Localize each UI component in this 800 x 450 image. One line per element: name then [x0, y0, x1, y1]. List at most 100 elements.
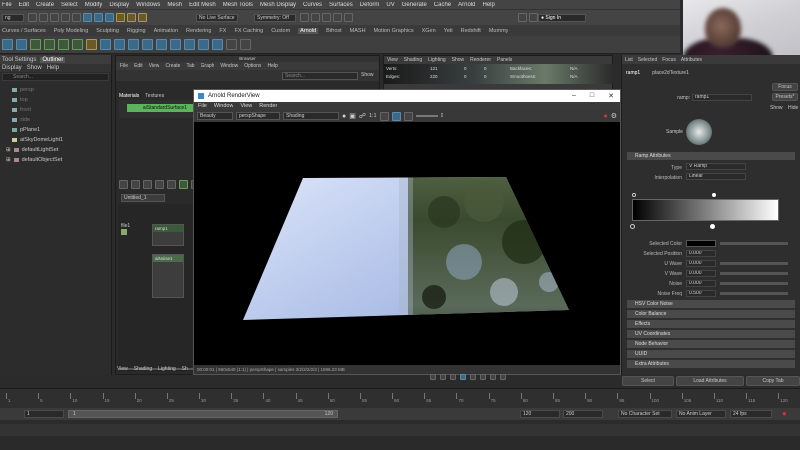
hypershade-menu-view[interactable]: View: [149, 63, 160, 69]
menu-curves[interactable]: Curves: [303, 2, 322, 8]
shelf-tab-curves-surfaces[interactable]: Curves / Surfaces: [2, 28, 46, 34]
photometric-light-icon[interactable]: [72, 39, 83, 50]
expand-icon[interactable]: ⊞: [6, 157, 11, 163]
toggle-icon[interactable]: [518, 13, 527, 22]
shelf-tab-poly-modeling[interactable]: Poly Modeling: [54, 28, 89, 34]
graph-tool-icon[interactable]: [143, 180, 152, 189]
exposure-value[interactable]: 0: [441, 113, 444, 119]
flush-cache-icon[interactable]: [156, 39, 167, 50]
hypershade-menu-file[interactable]: File: [120, 63, 128, 69]
viewport-bottom-menu-view[interactable]: View: [117, 366, 128, 372]
menu-deform[interactable]: Deform: [360, 2, 380, 8]
noise-freq-field[interactable]: 0.500: [686, 290, 716, 297]
section-extra-attributes[interactable]: Extra Attributes: [627, 360, 795, 368]
select-button[interactable]: Select: [622, 376, 674, 386]
shelf-tab-fx-caching[interactable]: FX Caching: [234, 28, 263, 34]
hypershade-search-input[interactable]: Search...: [282, 72, 358, 80]
section-node-behavior[interactable]: Node Behavior: [627, 340, 795, 348]
node-file[interactable]: [121, 229, 127, 235]
menu-display[interactable]: Display: [109, 2, 129, 8]
anim-layer-dropdown[interactable]: No Anim Layer: [676, 410, 726, 418]
material-swatch[interactable]: aiStandardSurface1: [127, 104, 203, 112]
shader-icon[interactable]: [198, 39, 209, 50]
graph-tool-icon[interactable]: [119, 180, 128, 189]
selected-position-field[interactable]: 0.000: [686, 250, 716, 257]
menu-select[interactable]: Select: [61, 2, 78, 8]
u-wave-slider[interactable]: [720, 262, 788, 265]
tab-tool-settings[interactable]: Tool Settings: [2, 57, 36, 63]
hypershade-menu-help[interactable]: Help: [267, 63, 277, 69]
shelf-tab-fx[interactable]: FX: [219, 28, 226, 34]
attribute-editor-menu-selected[interactable]: Selected: [638, 57, 657, 63]
hypershade-menu-tab[interactable]: Tab: [186, 63, 194, 69]
range-start-field[interactable]: 1: [24, 410, 64, 418]
menu-create[interactable]: Create: [36, 2, 54, 8]
selected-color-swatch[interactable]: [686, 240, 716, 247]
shelf-tab-animation[interactable]: Animation: [154, 28, 178, 34]
curve-collector-icon[interactable]: [128, 39, 139, 50]
viewport-menu-shading[interactable]: Shading: [404, 57, 422, 63]
attribute-editor-menu-attributes[interactable]: Attributes: [681, 57, 702, 63]
shelf-tab-redshift[interactable]: Redshift: [461, 28, 481, 34]
hypershade-icon[interactable]: [344, 13, 353, 22]
outliner-search-input[interactable]: Search...: [2, 73, 109, 81]
redo-icon[interactable]: [72, 13, 81, 22]
menu-cache[interactable]: Cache: [434, 2, 451, 8]
copy-tab-button[interactable]: Copy Tab: [746, 376, 800, 386]
hypershade-menu-edit[interactable]: Edit: [134, 63, 143, 69]
lasso-icon[interactable]: [94, 13, 103, 22]
export-icon[interactable]: [142, 39, 153, 50]
list-item[interactable]: top: [0, 95, 111, 105]
ramp-gradient[interactable]: [632, 199, 779, 221]
view-tool-icon[interactable]: [490, 374, 496, 380]
menu-surfaces[interactable]: Surfaces: [329, 2, 353, 8]
volume-icon[interactable]: [114, 39, 125, 50]
attribute-editor-menu-list[interactable]: List: [625, 57, 633, 63]
aov-icon[interactable]: [212, 39, 223, 50]
shelf-tab-mash[interactable]: MASH: [350, 28, 366, 34]
list-item[interactable]: pPlane1: [0, 125, 111, 135]
presets-button[interactable]: Presets*: [772, 93, 798, 101]
play-icon[interactable]: [226, 39, 237, 50]
exposure-icon[interactable]: [403, 111, 413, 121]
fit-icon[interactable]: [379, 111, 389, 121]
tab-place2dtexture1[interactable]: place2dTexture1: [652, 70, 689, 76]
aov-dropdown[interactable]: Beauty: [197, 112, 233, 120]
graph-tool-icon[interactable]: [179, 180, 188, 189]
shelf-tab-xgen[interactable]: XGen: [422, 28, 436, 34]
render-icon[interactable]: [2, 39, 13, 50]
range-slider[interactable]: 1 120: [68, 410, 338, 418]
menu-windows[interactable]: Windows: [136, 2, 160, 8]
render-view-menu-render[interactable]: Render: [259, 103, 277, 109]
save-scene-icon[interactable]: [50, 13, 59, 22]
outliner-menu-help[interactable]: Help: [47, 65, 59, 71]
render-settings-icon[interactable]: [333, 13, 342, 22]
new-scene-icon[interactable]: [28, 13, 37, 22]
camera-icon[interactable]: [300, 13, 309, 22]
shelf-tab-yeti[interactable]: Yeti: [444, 28, 453, 34]
shelf-tab-motion-graphics[interactable]: Motion Graphics: [374, 28, 414, 34]
ipr-render-icon[interactable]: [16, 39, 27, 50]
sign-in-button[interactable]: ● Sign In: [538, 14, 586, 22]
snap-point-icon[interactable]: [138, 13, 147, 22]
node-ainoise[interactable]: aiNoise1: [152, 254, 184, 298]
interpolation-dropdown[interactable]: Linear: [686, 173, 746, 180]
shelf-tab-custom[interactable]: Custom: [271, 28, 290, 34]
hide-button[interactable]: Hide: [788, 105, 798, 111]
outliner-menu-display[interactable]: Display: [2, 65, 22, 71]
u-wave-field[interactable]: 0.000: [686, 260, 716, 267]
ipr-icon[interactable]: [322, 13, 331, 22]
license-icon[interactable]: [170, 39, 181, 50]
menu-mesh-display[interactable]: Mesh Display: [260, 2, 296, 8]
graph-tool-icon[interactable]: [155, 180, 164, 189]
preview-icon[interactable]: [240, 39, 251, 50]
expand-icon[interactable]: ⊞: [6, 147, 11, 153]
render-view-menu-window[interactable]: Window: [214, 103, 234, 109]
maximize-icon[interactable]: □: [590, 92, 594, 100]
undo-icon[interactable]: [61, 13, 70, 22]
tab-materials[interactable]: Materials: [119, 93, 139, 99]
view-tool-icon[interactable]: [460, 374, 466, 380]
node-name-field[interactable]: ramp1: [692, 94, 752, 101]
load-attributes-button[interactable]: Load Attributes: [676, 376, 744, 386]
workspace-dropdown[interactable]: ng: [2, 14, 24, 22]
